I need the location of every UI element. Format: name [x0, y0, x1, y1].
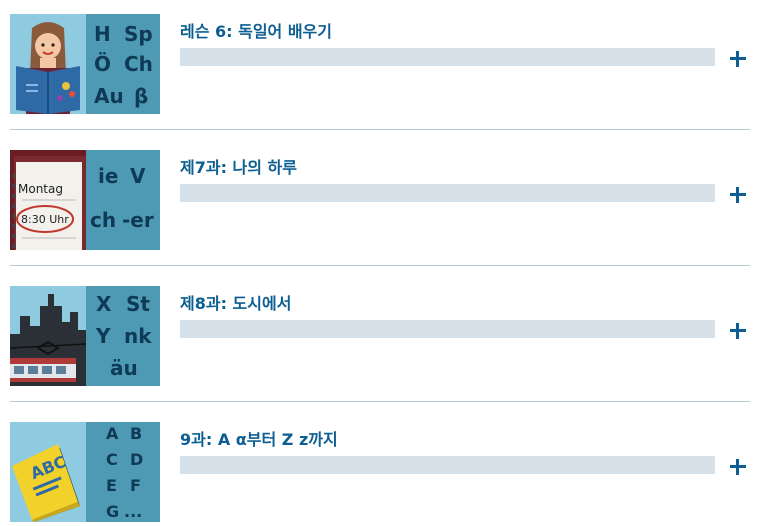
letter-tile: X St Y nk äu [86, 286, 160, 386]
letter-glyph: Ch [124, 52, 153, 76]
lesson-title[interactable]: 9과: A α부터 Z z까지 [180, 426, 338, 450]
plus-icon[interactable] [722, 180, 752, 210]
letter-glyph: E [106, 476, 117, 495]
letter-glyph: St [126, 292, 150, 316]
lesson-thumbnail: ABC A B C D E F G ... [10, 422, 160, 522]
letter-glyph: A [106, 424, 119, 443]
letter-glyph: H [94, 22, 111, 46]
letter-glyph: D [130, 450, 144, 469]
letter-glyph: Sp [124, 22, 153, 46]
letter-glyph: -er [122, 208, 154, 232]
lesson-thumbnail: X St Y nk äu [10, 286, 160, 386]
letter-glyph: ch [90, 208, 117, 232]
divider [10, 401, 750, 402]
note-day: Montag [18, 182, 63, 196]
lesson-title[interactable]: 제8과: 도시에서 [180, 290, 291, 314]
letter-glyph: G [106, 502, 120, 521]
girl-reading-book-icon [10, 14, 86, 114]
lesson-title[interactable]: 레슨 6: 독일어 배우기 [180, 18, 332, 42]
city-tram-icon [10, 286, 86, 386]
letter-glyph: B [130, 424, 143, 443]
plus-icon[interactable] [722, 316, 752, 346]
letter-glyph: β [134, 84, 149, 108]
lesson-card-7[interactable]: Montag 8:30 Uhr ie V ch -er 제7과: 나의 하루 [10, 150, 750, 250]
letter-tile: H Sp Ö Ch Au β [86, 14, 160, 114]
lesson-card-6[interactable]: H Sp Ö Ch Au β 레슨 6: 독일어 배우기 [10, 14, 750, 114]
plus-icon[interactable] [722, 452, 752, 482]
divider [10, 129, 750, 130]
progress-bar [180, 456, 715, 474]
calendar-notepad-icon: Montag 8:30 Uhr [10, 150, 86, 250]
letter-glyph: Au [94, 84, 124, 108]
plus-icon[interactable] [722, 44, 752, 74]
abc-book-icon: ABC [10, 422, 86, 522]
note-time: 8:30 Uhr [21, 213, 69, 226]
lesson-card-9[interactable]: ABC A B C D E F G ... 9과: A α부터 Z z까지 [10, 422, 750, 522]
lesson-thumbnail: Montag 8:30 Uhr ie V ch -er [10, 150, 160, 250]
letter-glyph: nk [124, 324, 152, 348]
letter-glyph: äu [110, 356, 138, 380]
lesson-thumbnail: H Sp Ö Ch Au β [10, 14, 160, 114]
letter-glyph: V [130, 164, 146, 188]
letter-tile: ie V ch -er [86, 150, 160, 250]
letter-glyph: Y [96, 324, 111, 348]
progress-bar [180, 48, 715, 66]
letter-glyph: ... [124, 502, 143, 521]
lesson-card-8[interactable]: X St Y nk äu 제8과: 도시에서 [10, 286, 750, 386]
divider [10, 265, 750, 266]
progress-bar [180, 320, 715, 338]
progress-bar [180, 184, 715, 202]
letter-glyph: C [106, 450, 118, 469]
letter-glyph: X [96, 292, 112, 316]
letter-glyph: F [130, 476, 141, 495]
letter-glyph: Ö [94, 52, 112, 76]
letter-tile: A B C D E F G ... [86, 422, 160, 522]
lesson-title[interactable]: 제7과: 나의 하루 [180, 154, 297, 178]
letter-glyph: ie [98, 164, 119, 188]
